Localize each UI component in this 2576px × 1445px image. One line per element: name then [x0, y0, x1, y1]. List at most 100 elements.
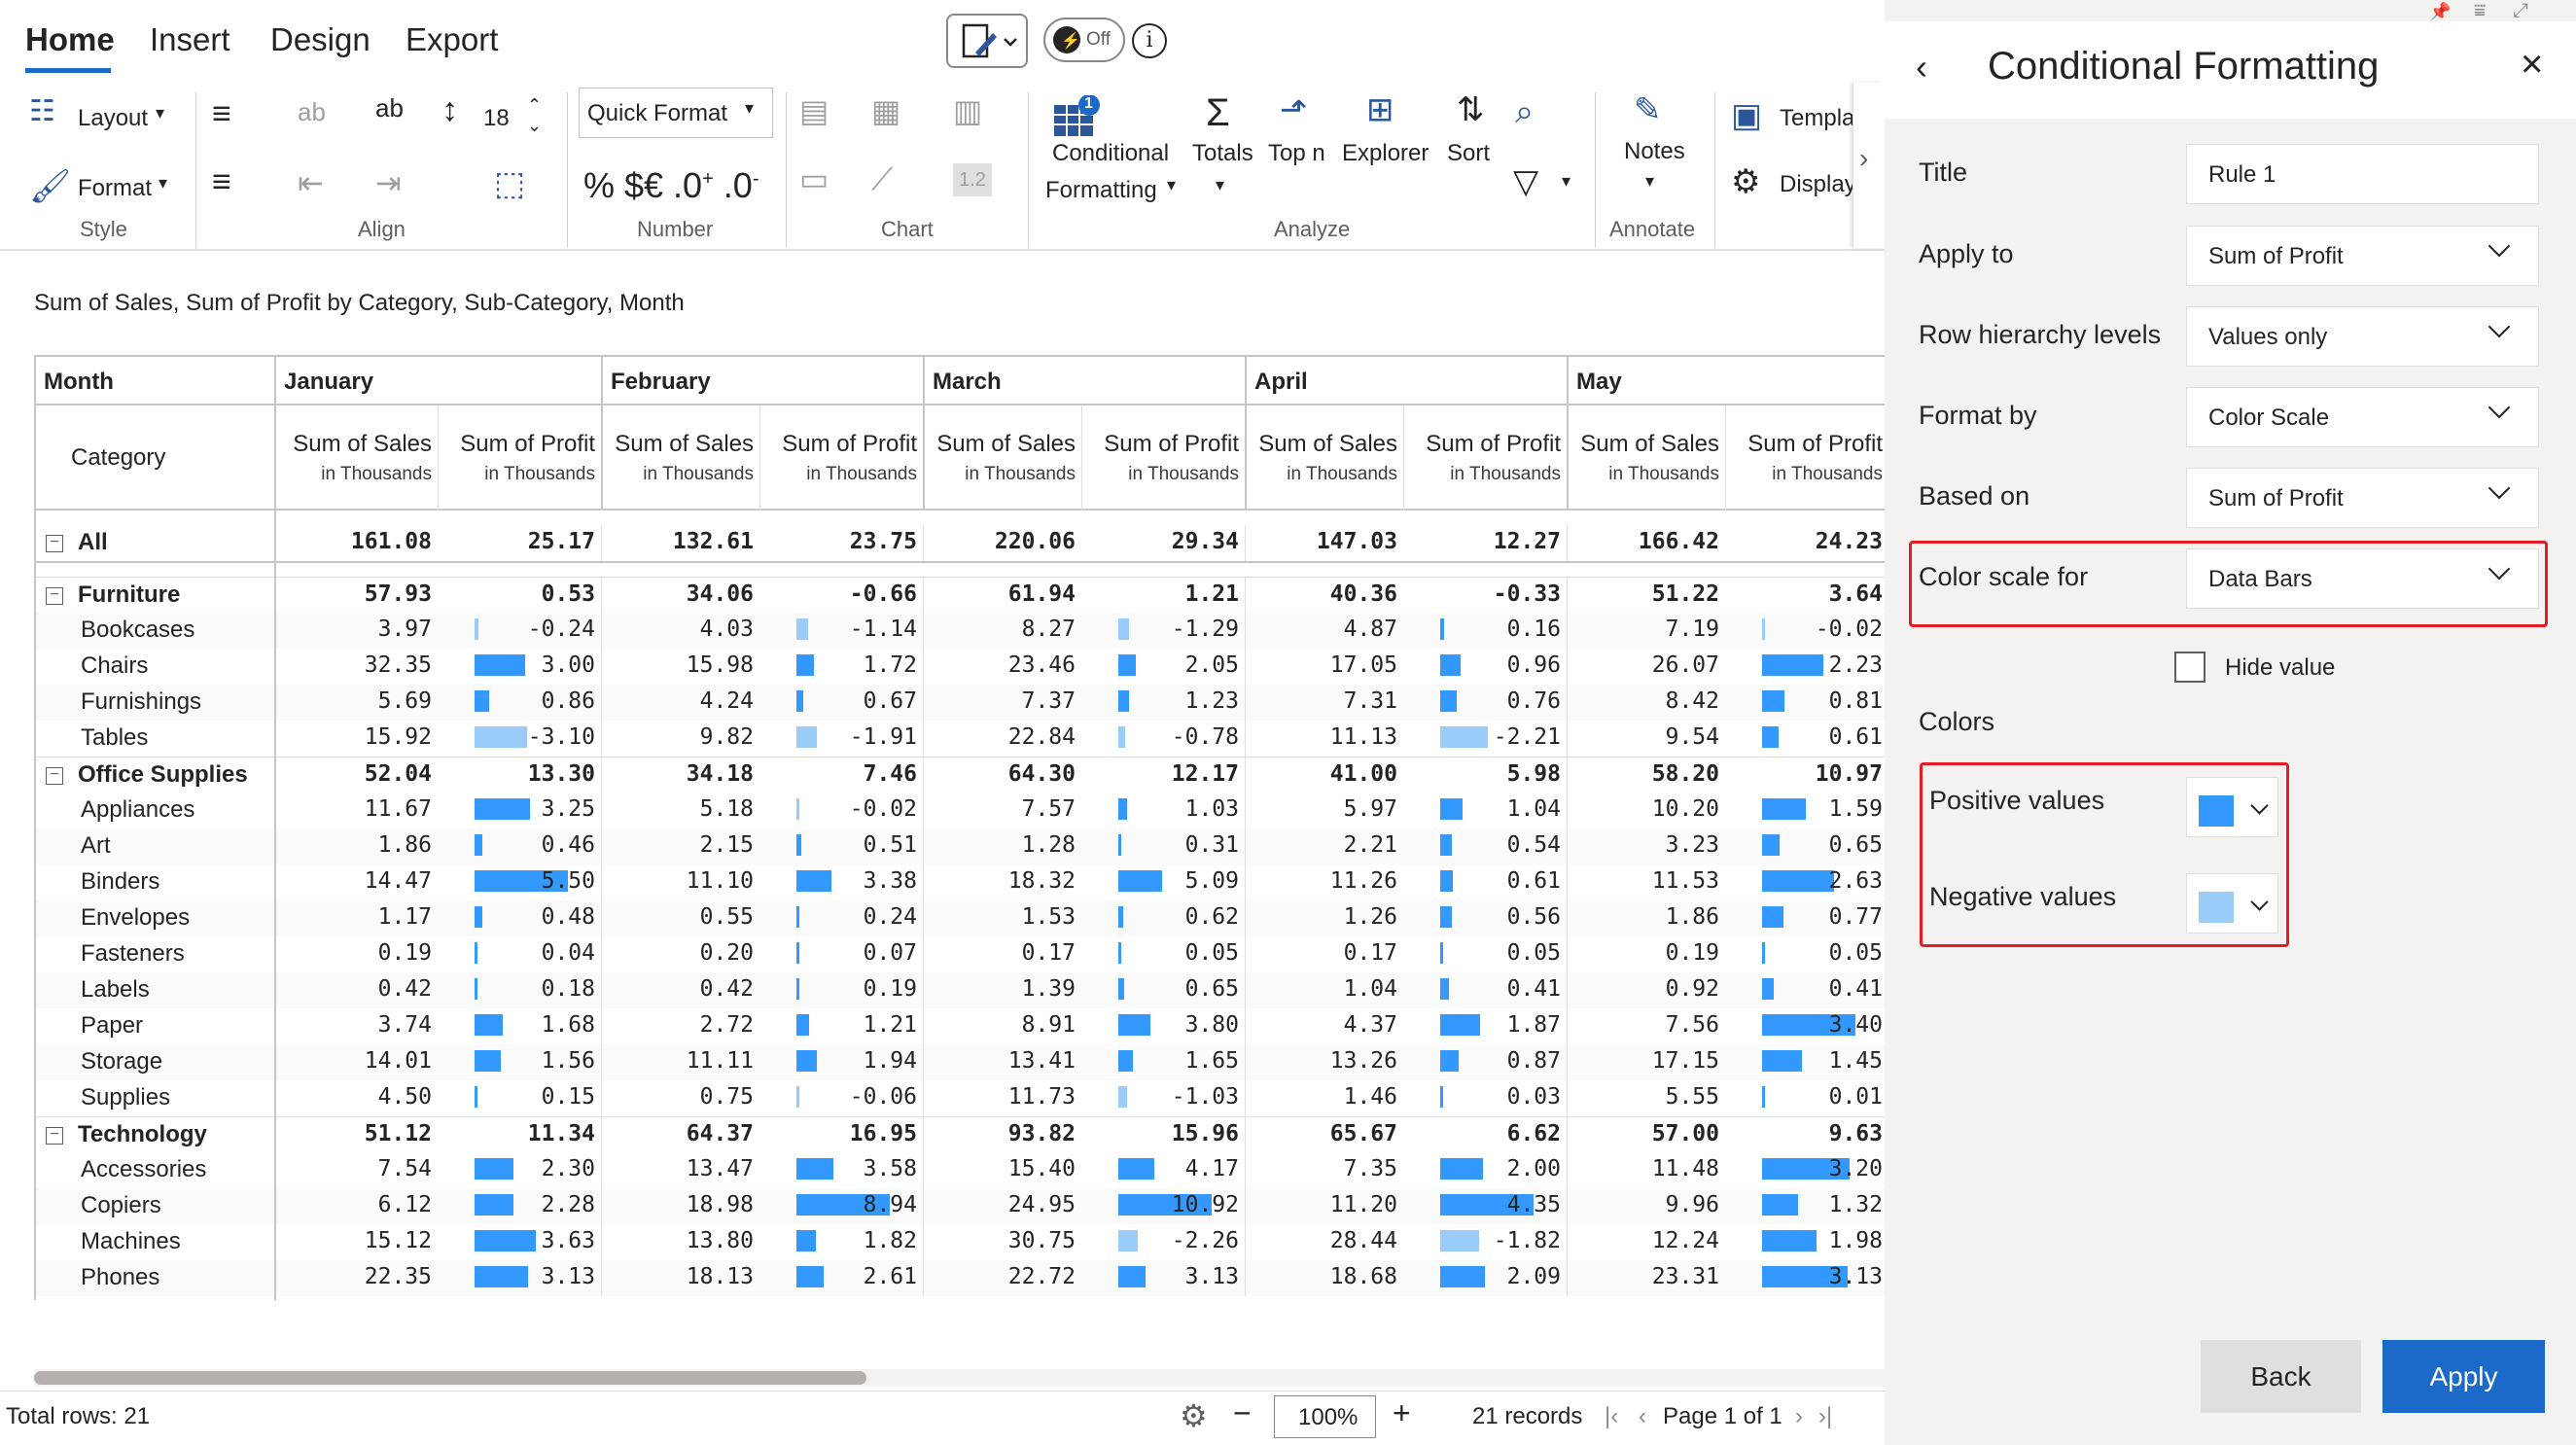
templates-button[interactable]: Templa — [1780, 105, 1854, 132]
based-on-dropdown[interactable]: Sum of Profit — [2186, 468, 2539, 528]
sales-value: 7.31 — [1343, 688, 1397, 714]
back-arrow-icon[interactable]: ‹ — [1916, 47, 1927, 88]
stepper-icon[interactable]: ⌃ ⌄ — [527, 95, 542, 136]
row-hierarchy-levels-dropdown[interactable]: Values only — [2186, 306, 2539, 367]
divider — [1567, 1008, 1568, 1044]
negative-color-picker[interactable] — [2186, 873, 2278, 934]
tab-insert[interactable]: Insert — [150, 21, 230, 58]
chevron-down-icon: ▾ — [1645, 171, 1655, 191]
explorer-button[interactable]: Explorer — [1342, 140, 1429, 167]
title-input[interactable]: Rule 1 — [2186, 144, 2539, 204]
collapse-icon[interactable]: − — [46, 1127, 63, 1145]
apply-to-dropdown[interactable]: Sum of Profit — [2186, 226, 2539, 286]
display-button[interactable]: Display — [1780, 171, 1856, 198]
sales-value: 32.35 — [364, 652, 432, 678]
ribbon-tabs: Home Insert Design Export ⚡ Off i — [0, 0, 1885, 78]
scrollbar-thumb[interactable] — [34, 1371, 866, 1385]
sales-value: 11.26 — [1329, 868, 1397, 894]
month-header-cell: February — [611, 369, 711, 395]
divider — [601, 972, 602, 1008]
chevron-down-icon: ▾ — [159, 173, 168, 193]
next-page-icon[interactable]: › — [1795, 1403, 1803, 1430]
info-icon[interactable]: i — [1132, 23, 1167, 58]
divider — [759, 405, 760, 511]
sales-value: 58.20 — [1651, 761, 1719, 787]
apply-button[interactable]: Apply — [2382, 1340, 2545, 1413]
status-bar: Total rows: 21 ⚙ − 100% + 21 records |‹ … — [0, 1391, 1885, 1445]
profit-value: 7.46 — [863, 761, 917, 787]
divider — [1245, 1260, 1246, 1296]
ribbon-scroll-right[interactable]: › — [1853, 83, 1885, 248]
layout-button[interactable]: Layout — [78, 105, 148, 132]
chevron-down-icon: ▾ — [1562, 171, 1571, 191]
tab-export[interactable]: Export — [406, 21, 498, 58]
filter-icon[interactable]: ▽ — [1513, 165, 1538, 198]
format-by-dropdown[interactable]: Color Scale — [2186, 387, 2539, 447]
sales-value: 2.72 — [699, 1012, 754, 1038]
zoom-out-button[interactable]: − — [1233, 1395, 1252, 1431]
collapse-icon[interactable]: − — [46, 767, 63, 785]
collapse-icon[interactable]: − — [46, 535, 63, 552]
filter-small-icon[interactable]: ⩸ — [2474, 0, 2486, 22]
row-label: Binders — [81, 868, 160, 895]
zoom-input[interactable]: 100% — [1274, 1395, 1376, 1438]
first-page-icon[interactable]: |‹ — [1605, 1403, 1618, 1430]
align-right-icon[interactable]: ≡ — [212, 165, 231, 198]
settings-gear-icon[interactable]: ⚙ — [1180, 1397, 1208, 1434]
divider — [601, 864, 602, 900]
prev-page-icon[interactable]: ‹ — [1639, 1403, 1646, 1430]
row-label: Accessories — [81, 1156, 207, 1182]
line-height-icon[interactable]: ↕ — [441, 93, 458, 126]
profit-value: -1.14 — [849, 617, 917, 642]
profit-value: -1.03 — [1171, 1084, 1239, 1110]
profit-value: -0.06 — [849, 1084, 917, 1110]
sales-value: 18.98 — [686, 1192, 754, 1217]
sales-value: 15.92 — [364, 724, 432, 750]
zoom-in-button[interactable]: + — [1393, 1395, 1411, 1431]
profit-value: 12.27 — [1493, 529, 1561, 554]
sales-value: 0.20 — [699, 940, 754, 966]
font-size-value[interactable]: 18 — [483, 105, 510, 132]
close-icon[interactable]: × — [2521, 43, 2543, 87]
sales-value: 11.10 — [686, 868, 754, 894]
profit-value: -3.10 — [527, 724, 595, 750]
outdent-icon: ⇤ — [298, 165, 324, 200]
positive-color-picker[interactable] — [2186, 777, 2278, 837]
profit-value: 0.01 — [1828, 1084, 1883, 1110]
unit-label: in Thousands — [1772, 464, 1883, 484]
last-page-icon[interactable]: ›| — [1818, 1403, 1832, 1430]
edit-icon — [962, 23, 1017, 58]
sales-value: 1.46 — [1343, 1084, 1397, 1110]
format-button[interactable]: Format — [78, 175, 152, 202]
totals-button[interactable]: Totals — [1192, 140, 1253, 167]
text-direction-icon[interactable]: ab — [375, 95, 404, 121]
search-icon[interactable]: ⌕ — [1515, 95, 1534, 128]
collapse-icon[interactable]: − — [46, 587, 63, 605]
top-n-button[interactable]: Top n — [1268, 140, 1325, 167]
pin-icon[interactable]: 📌 — [2429, 2, 2451, 22]
table-row: Chairs 32.35 3.00 15.98 1.72 23.46 2.05 17.05 0.… — [36, 649, 1885, 685]
divider — [1567, 1044, 1568, 1080]
notes-button[interactable]: Notes — [1624, 138, 1685, 165]
profit-value: 1.87 — [1506, 1012, 1561, 1038]
edit-mode-button[interactable] — [946, 14, 1028, 68]
sales-value: 61.94 — [1007, 582, 1076, 607]
toggle-switch[interactable]: ⚡ Off — [1043, 18, 1125, 62]
sort-button[interactable]: Sort — [1447, 140, 1490, 167]
row-label: Chairs — [81, 652, 149, 679]
tab-design[interactable]: Design — [270, 21, 371, 58]
conditional-formatting-button[interactable]: Conditional — [1052, 140, 1169, 167]
divider — [923, 828, 924, 864]
expand-icon[interactable]: ⤢ — [2513, 0, 2528, 22]
back-button[interactable]: Back — [2201, 1340, 2361, 1413]
sum-of-profit-header: Sum of Profit — [1426, 431, 1561, 457]
quick-format-select[interactable]: Quick Format ▾ — [579, 88, 773, 138]
tab-home[interactable]: Home — [25, 21, 115, 58]
number-format-icons[interactable]: % $€ .0+ .0- — [583, 165, 759, 206]
hide-value-checkbox[interactable] — [2174, 652, 2205, 683]
profit-value: 0.41 — [1506, 976, 1561, 1002]
divider — [1567, 900, 1568, 936]
resize-icon[interactable]: ⬚ — [494, 167, 525, 200]
align-lines-icon[interactable]: ≡ — [212, 97, 231, 130]
divider — [438, 405, 439, 511]
